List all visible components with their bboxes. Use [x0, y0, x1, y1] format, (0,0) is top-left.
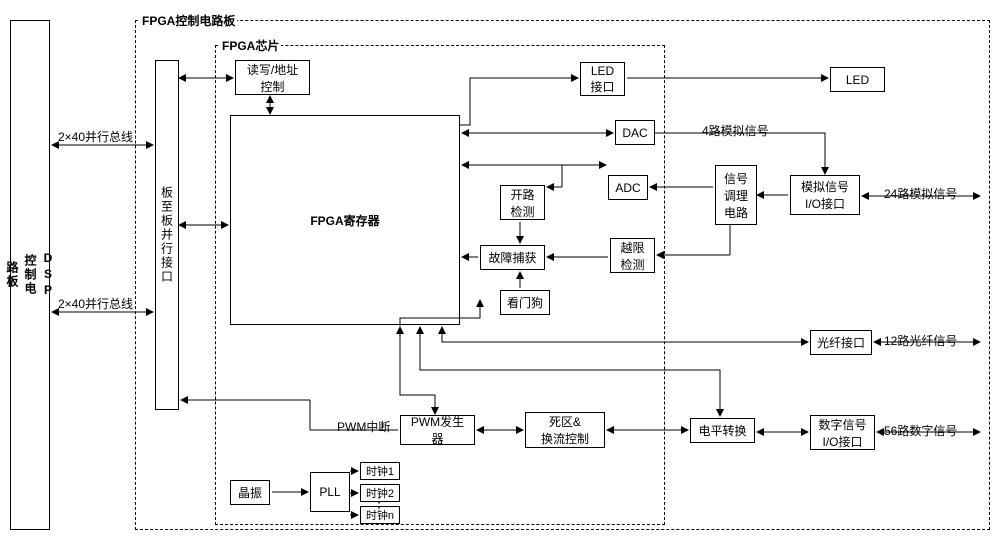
led: LED	[830, 67, 885, 92]
deadzone-ctrl: 死区& 换流控制	[525, 412, 605, 448]
rw-addr-ctrl: 读写/地址 控制	[235, 60, 310, 95]
led-interface: LED 接口	[580, 62, 625, 96]
bus-top-label: 2×40并行总线	[56, 128, 135, 145]
pll: PLL	[310, 472, 350, 512]
adc: ADC	[608, 175, 648, 200]
osc: 晶振	[230, 480, 270, 505]
analog-io: 模拟信号 I/O接口	[790, 175, 860, 215]
pwm-gen: PWM发生器	[400, 415, 475, 445]
b2b-interface: 板至板并行接口	[155, 60, 179, 410]
diagram-canvas: DSP 控制电 路板 FPGA控制电路板 板至板并行接口 FPGA芯片 读写/地…	[0, 0, 1000, 556]
sig-56digital: 56路数字信号	[882, 422, 959, 439]
fpga-chip-title: FPGA芯片	[220, 37, 281, 54]
level-conversion: 电平转换	[690, 418, 755, 443]
digital-io: 数字信号 I/O接口	[810, 415, 875, 450]
sig-24analog: 24路模拟信号	[882, 185, 959, 202]
fault-capture: 故障捕获	[480, 245, 545, 270]
fpga-board-title: FPGA控制电路板	[140, 12, 237, 29]
fpga-register: FPGA寄存器	[230, 115, 460, 325]
sig-4analog: 4路模拟信号	[700, 122, 771, 139]
dsp-board-label: DSP 控制电 路板	[3, 251, 57, 299]
fiber-interface: 光纤接口	[810, 330, 872, 355]
dac: DAC	[615, 120, 655, 145]
b2b-interface-label: 板至板并行接口	[159, 186, 176, 284]
open-detect: 开路 检测	[500, 185, 545, 220]
watchdog: 看门狗	[500, 290, 550, 315]
dsp-board: DSP 控制电 路板	[10, 20, 50, 530]
sig-12fiber: 12路光纤信号	[882, 332, 959, 349]
bus-bottom-label: 2×40并行总线	[56, 295, 135, 312]
over-limit: 越限 检测	[610, 238, 655, 273]
pwm-int-label: PWM中断	[335, 418, 392, 435]
vdots-icon: ⋮	[372, 500, 385, 504]
signal-cond: 信号 调理 电路	[715, 165, 757, 225]
clock1: 时钟1	[360, 462, 400, 480]
